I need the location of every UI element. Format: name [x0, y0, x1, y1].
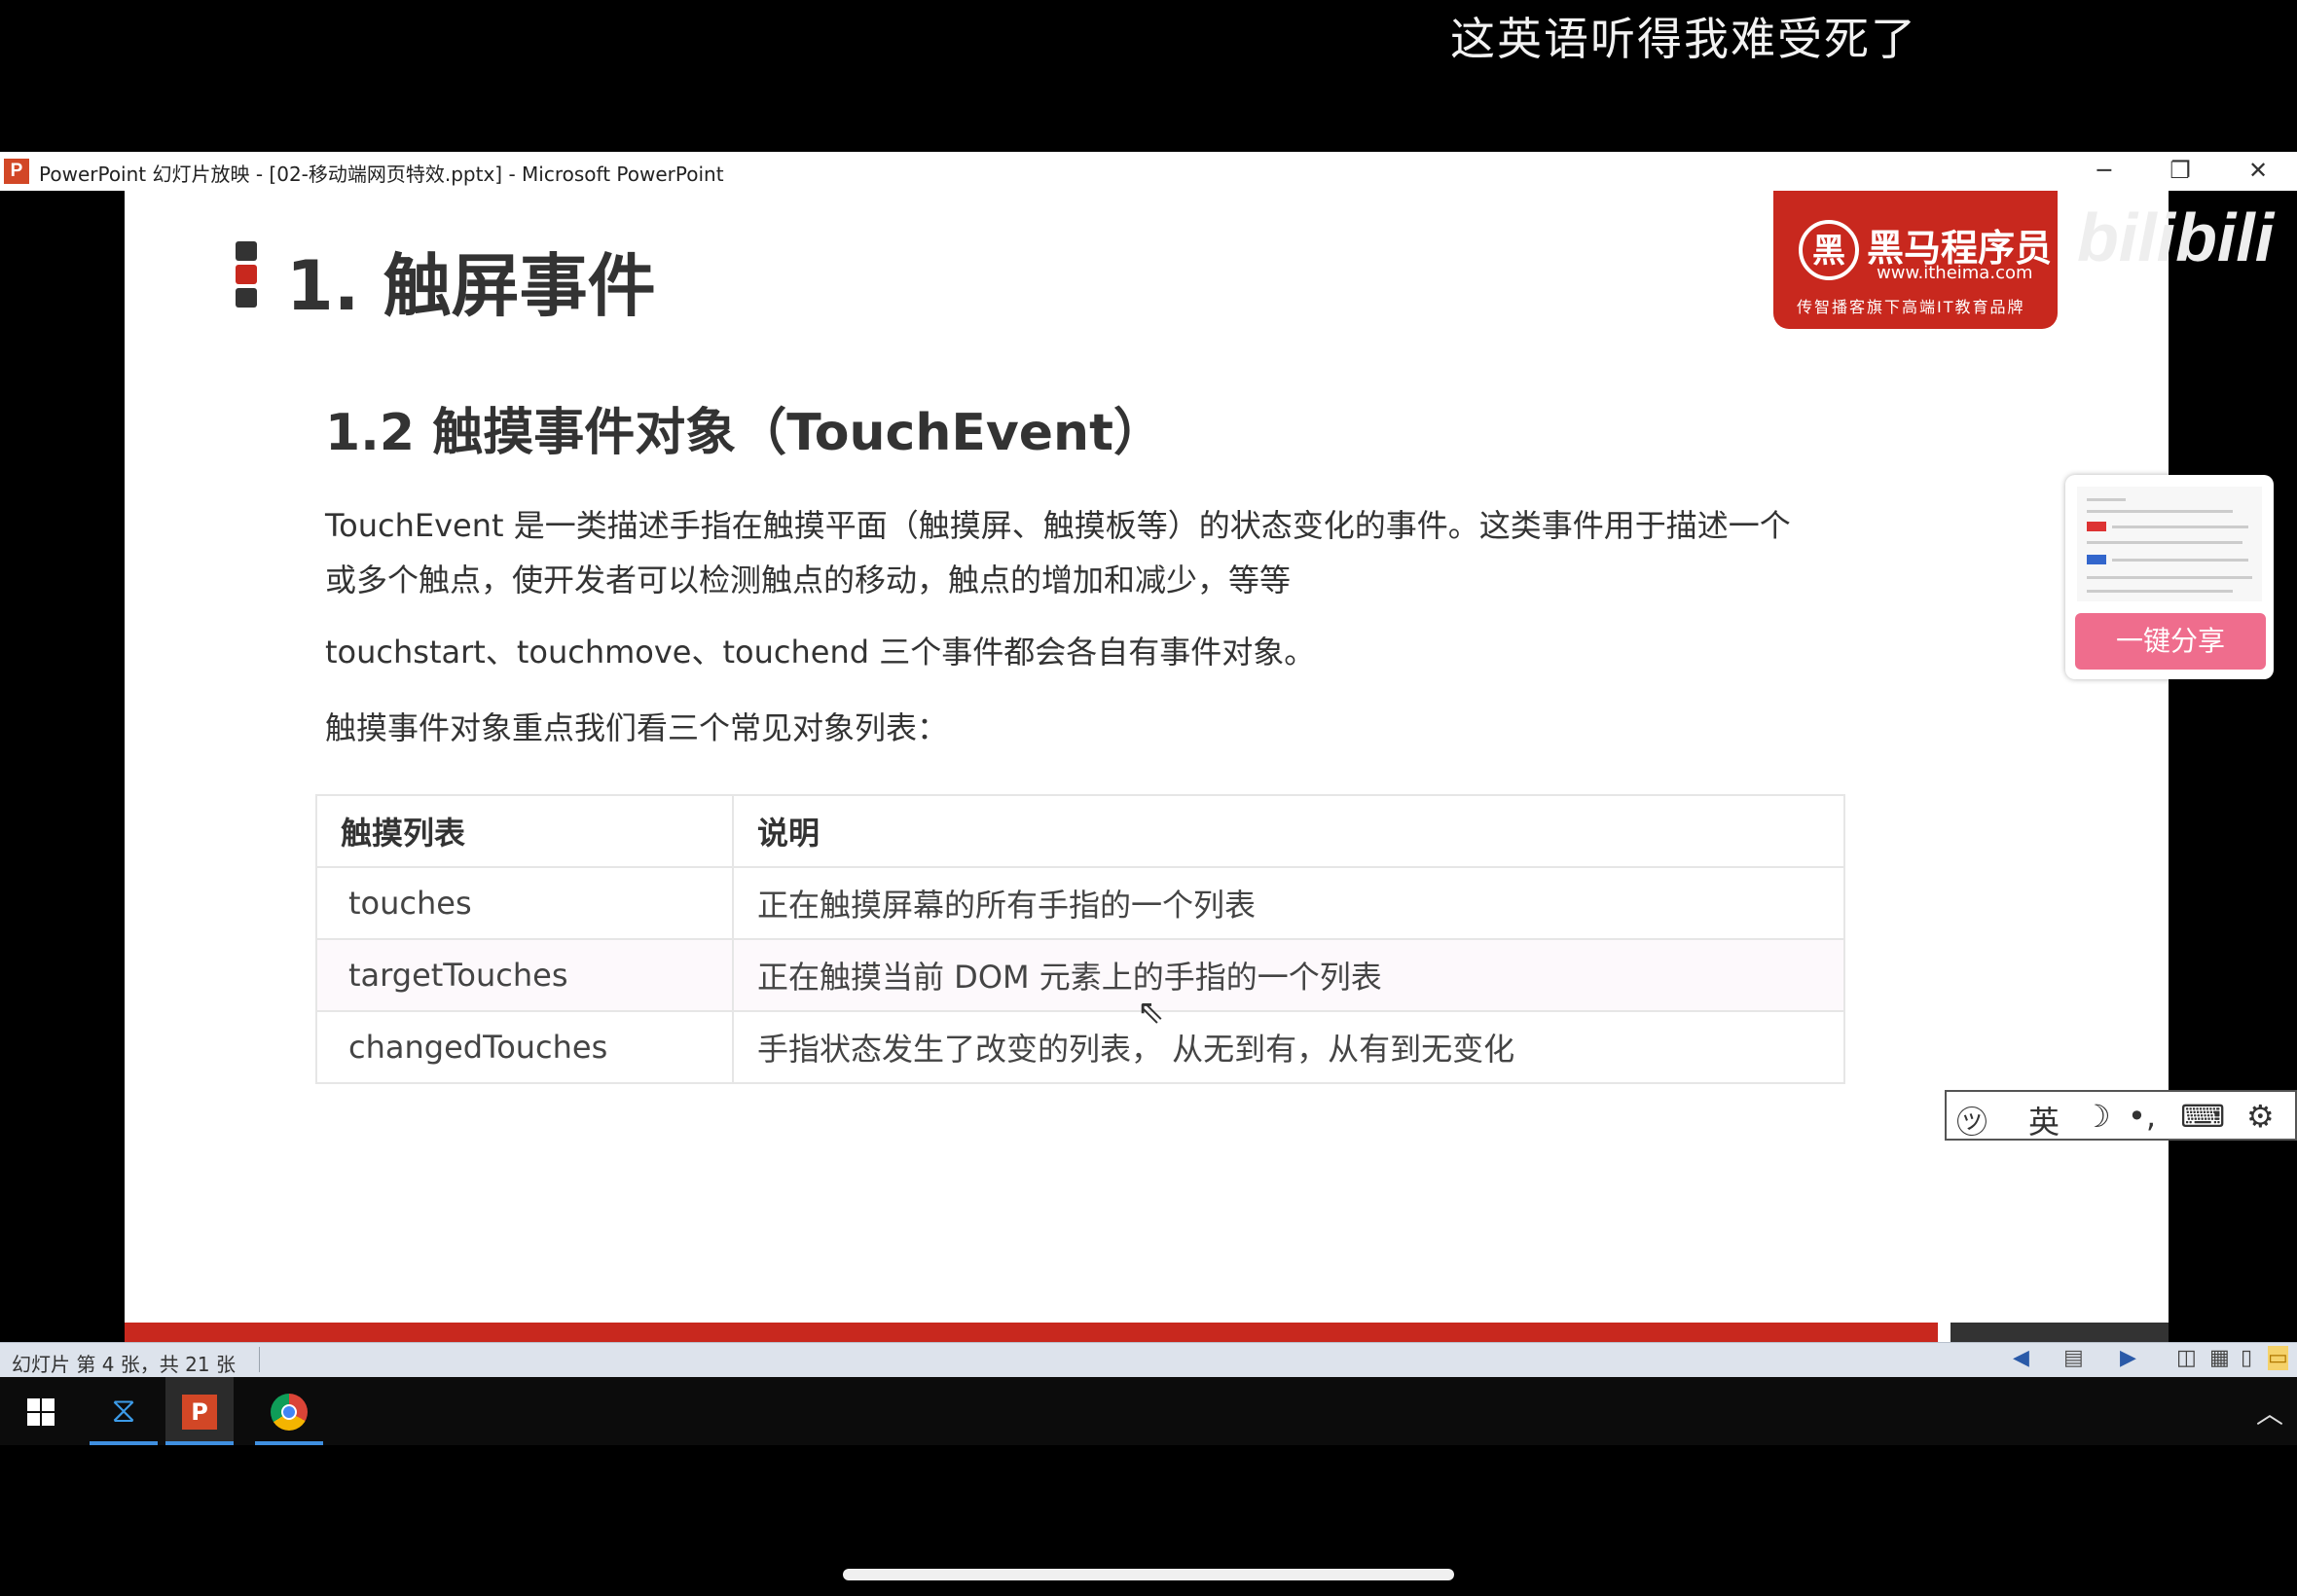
table-row: changedTouches 手指状态发生了改变的列表， 从无到有，从有到无变化	[315, 1010, 1845, 1084]
table-header-cell: 说明	[732, 794, 1845, 868]
slide-menu-icon[interactable]: ▤	[2063, 1346, 2084, 1370]
slide-sorter-icon[interactable]: ▦	[2209, 1346, 2230, 1370]
status-bar: 幻灯片 第 4 张，共 21 张 ◀ ▤ ▶ ◫ ▦ ▯ ▭	[0, 1342, 2297, 1377]
home-indicator[interactable]	[843, 1569, 1454, 1580]
danmaku-comment: 这英语听得我难受死了	[1450, 13, 1917, 65]
slide-counter: 幻灯片 第 4 张，共 21 张	[12, 1353, 236, 1376]
paragraph-intro: TouchEvent 是一类描述手指在触摸平面（触摸屏、触摸板等）的状态变化的事…	[325, 507, 1791, 598]
table-cell: 正在触摸屏幕的所有手指的一个列表	[732, 866, 1845, 940]
table-header-row: 触摸列表 说明	[315, 794, 1845, 868]
logo-slogan: 传智播客旗下高端IT教育品牌	[1797, 298, 2025, 316]
ime-logo-icon[interactable]: ㋡	[1956, 1098, 1987, 1143]
ime-language-toggle[interactable]: 英	[2028, 1098, 2060, 1143]
status-divider	[259, 1347, 260, 1372]
slide-title: 1. 触屏事件	[286, 246, 656, 326]
keyboard-icon[interactable]: ⌨	[2180, 1098, 2225, 1135]
slide-thumbnail	[2077, 487, 2262, 601]
table-cell: 手指状态发生了改变的列表， 从无到有，从有到无变化	[732, 1010, 1845, 1084]
brand-logo: 黑 黑马程序员 www.itheima.com 传智播客旗下高端IT教育品牌	[1773, 191, 2058, 329]
half-width-moon-icon[interactable]: ☽	[2083, 1098, 2111, 1135]
chrome-icon[interactable]	[255, 1377, 323, 1445]
logo-mark-icon: 黑	[1799, 220, 1859, 280]
next-slide-icon[interactable]: ▶	[2120, 1346, 2136, 1370]
bilibili-watermark: bilibili	[2077, 200, 2275, 275]
title-marker-icon	[236, 241, 257, 311]
table-row: targetTouches 正在触摸当前 DOM 元素上的手指的一个列表	[315, 938, 1845, 1012]
vscode-icon[interactable]: ⧖	[90, 1377, 158, 1445]
paragraph-lists: 触摸事件对象重点我们看三个常见对象列表：	[325, 709, 949, 746]
restore-button[interactable]: ❐	[2151, 154, 2209, 187]
table-cell: touches	[315, 866, 734, 940]
windows-start-icon[interactable]	[27, 1398, 55, 1426]
punctuation-icon[interactable]: •,	[2128, 1098, 2156, 1135]
share-widget: 一键分享	[2065, 475, 2274, 679]
slide-subtitle: 1.2 触摸事件对象（TouchEvent）	[325, 404, 1164, 462]
table-cell: targetTouches	[315, 938, 734, 1012]
previous-slide-icon[interactable]: ◀	[2013, 1346, 2029, 1370]
close-button[interactable]: ✕	[2229, 154, 2287, 187]
windows-taskbar: ⧖ P ︿	[0, 1377, 2297, 1445]
chevron-up-icon[interactable]: ︿	[2256, 1393, 2283, 1432]
mouse-cursor-icon: ⇖	[1137, 993, 1165, 1032]
slideshow-view-icon[interactable]: ▭	[2268, 1346, 2288, 1370]
slide-footer-bar	[125, 1323, 1938, 1342]
slide-footer-accent	[1951, 1323, 2169, 1342]
settings-gear-icon[interactable]: ⚙	[2246, 1098, 2275, 1135]
paragraph-events: touchstart、touchmove、touchend 三个事件都会各自有事…	[325, 634, 1316, 671]
window-titlebar[interactable]: P PowerPoint 幻灯片放映 - [02-移动端网页特效.pptx] -…	[0, 152, 2297, 191]
slideshow-stage[interactable]: 1. 触屏事件 黑 黑马程序员 www.itheima.com 传智播客旗下高端…	[0, 191, 2297, 1342]
window-title: PowerPoint 幻灯片放映 - [02-移动端网页特效.pptx] - M…	[39, 163, 724, 186]
table-header-cell: 触摸列表	[315, 794, 734, 868]
table-row: touches 正在触摸屏幕的所有手指的一个列表	[315, 866, 1845, 940]
logo-url: www.itheima.com	[1877, 263, 2033, 283]
table-cell: changedTouches	[315, 1010, 734, 1084]
one-click-share-button[interactable]: 一键分享	[2075, 613, 2266, 670]
table-cell: 正在触摸当前 DOM 元素上的手指的一个列表	[732, 938, 1845, 1012]
slide[interactable]: 1. 触屏事件 黑 黑马程序员 www.itheima.com 传智播客旗下高端…	[125, 191, 2274, 1342]
ime-toolbar: ㋡ 英 ☽ •, ⌨ ⚙	[1945, 1090, 2297, 1141]
minimize-button[interactable]: ─	[2075, 154, 2133, 187]
touch-list-table: 触摸列表 说明 touches 正在触摸屏幕的所有手指的一个列表 targetT…	[315, 794, 1845, 1084]
powerpoint-icon[interactable]: P	[165, 1377, 234, 1445]
normal-view-icon[interactable]: ◫	[2176, 1346, 2197, 1370]
reading-view-icon[interactable]: ▯	[2241, 1346, 2252, 1370]
powerpoint-app-icon: P	[4, 159, 29, 184]
